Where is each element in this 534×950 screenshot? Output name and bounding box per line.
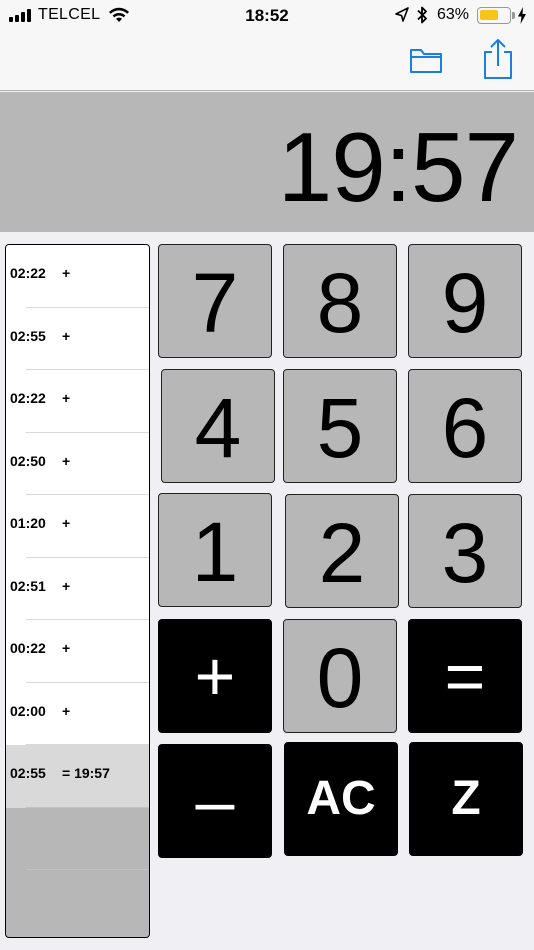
folder-icon[interactable] bbox=[408, 42, 444, 78]
tape-row-operator: + bbox=[62, 515, 71, 531]
tape-row-time: 00:22 bbox=[10, 640, 46, 656]
key-label: 7 bbox=[191, 256, 239, 350]
tape-result-row: 02:55 = 19:57 bbox=[6, 745, 149, 808]
tape-row-time: 02:22 bbox=[10, 390, 46, 406]
tape-row: 00:22 + bbox=[6, 620, 149, 683]
share-icon[interactable] bbox=[480, 38, 516, 80]
tape-row: 02:50 + bbox=[6, 432, 149, 495]
result-display: 19:57 bbox=[0, 92, 534, 232]
key-6[interactable]: 6 bbox=[408, 369, 522, 483]
key-7[interactable]: 7 bbox=[158, 244, 272, 358]
tape-row-operator: + bbox=[62, 390, 71, 406]
battery-icon bbox=[477, 7, 511, 24]
key-label: 5 bbox=[316, 381, 364, 475]
calculator-screen: TELCEL 18:52 63% 19:57 02:22 + 02:55 + 0… bbox=[0, 0, 534, 950]
key-1[interactable]: 1 bbox=[158, 493, 272, 607]
tape-row: 02:51 + bbox=[6, 557, 149, 620]
key-label: 2 bbox=[318, 506, 366, 600]
key-label: Z bbox=[451, 772, 481, 825]
tape-row-operator: + bbox=[62, 577, 71, 594]
plus-button[interactable]: + bbox=[158, 619, 272, 733]
key-label: 0 bbox=[316, 631, 364, 725]
key-label: 9 bbox=[441, 256, 489, 350]
key-4[interactable]: 4 bbox=[161, 369, 275, 483]
key-5[interactable]: 5 bbox=[283, 369, 397, 483]
tape-row-time: 02:55 bbox=[10, 327, 46, 344]
key-9[interactable]: 9 bbox=[408, 244, 522, 358]
battery-level-fill bbox=[480, 10, 498, 20]
status-bar: TELCEL 18:52 63% bbox=[0, 0, 534, 32]
tape-row-time: 02:22 bbox=[10, 265, 46, 281]
key-label: 6 bbox=[441, 381, 489, 475]
bluetooth-icon bbox=[417, 6, 427, 24]
tape-row-time: 02:50 bbox=[10, 452, 46, 469]
tape-row-operator: + bbox=[62, 640, 71, 656]
tape-row: 02:00 + bbox=[6, 682, 149, 745]
history-tape[interactable]: 02:22 + 02:55 + 02:22 + 02:50 + 01:20 + … bbox=[5, 244, 150, 938]
key-label: – bbox=[195, 762, 235, 840]
key-label: = bbox=[444, 637, 486, 715]
tape-row: 02:22 + bbox=[6, 245, 149, 308]
display-value: 19:57 bbox=[277, 112, 519, 222]
tape-row-time: 02:51 bbox=[10, 577, 46, 594]
tape-row: 02:22 + bbox=[6, 370, 149, 433]
charging-bolt-icon bbox=[518, 7, 526, 24]
key-label: 1 bbox=[191, 505, 239, 599]
key-0[interactable]: 0 bbox=[283, 619, 397, 733]
battery-percent: 63% bbox=[437, 6, 470, 23]
tape-row-time: 02:00 bbox=[10, 702, 46, 719]
key-label: 4 bbox=[194, 381, 242, 475]
battery-tip bbox=[512, 12, 515, 19]
navigation-bar bbox=[0, 32, 534, 91]
tape-empty-row bbox=[6, 870, 149, 933]
z-button[interactable]: Z bbox=[409, 742, 523, 856]
key-2[interactable]: 2 bbox=[285, 494, 399, 608]
location-arrow-icon bbox=[395, 7, 409, 22]
tape-row-time: 01:20 bbox=[10, 515, 46, 531]
key-label: 8 bbox=[316, 256, 364, 350]
tape-empty-row bbox=[6, 807, 149, 870]
tape-row-operator: + bbox=[62, 265, 71, 281]
tape-row-time: 02:55 bbox=[10, 765, 46, 781]
tape-row: 02:55 + bbox=[6, 307, 149, 370]
key-3[interactable]: 3 bbox=[408, 494, 522, 608]
minus-button[interactable]: – bbox=[158, 744, 272, 858]
key-label: AC bbox=[306, 772, 376, 825]
tape-row-operator: + bbox=[62, 452, 71, 469]
tape-row-operator: = 19:57 bbox=[62, 765, 110, 781]
equals-button[interactable]: = bbox=[408, 619, 522, 733]
tape-row-operator: + bbox=[62, 327, 71, 344]
tape-row: 01:20 + bbox=[6, 495, 149, 558]
key-8[interactable]: 8 bbox=[283, 244, 397, 358]
key-label: + bbox=[194, 637, 236, 715]
clear-button[interactable]: AC bbox=[284, 742, 398, 856]
tape-row-operator: + bbox=[62, 702, 71, 719]
key-label: 3 bbox=[441, 506, 489, 600]
